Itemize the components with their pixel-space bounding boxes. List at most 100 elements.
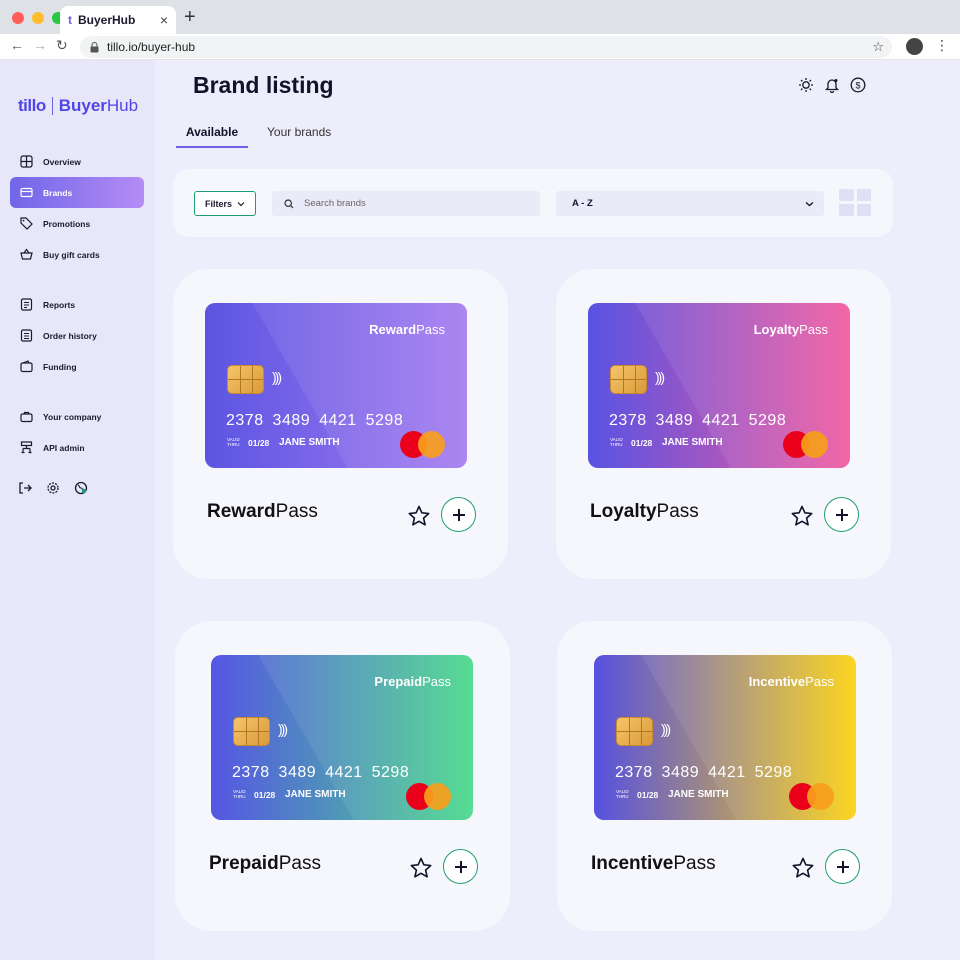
browser-tab[interactable]: t BuyerHub × [60, 6, 176, 34]
sidebar-item-promotions[interactable]: Promotions [10, 208, 144, 239]
currency-dollar-icon[interactable]: $ [850, 77, 866, 93]
card-expiry: 01/28 [254, 790, 276, 800]
theme-sun-icon[interactable] [798, 77, 814, 93]
sort-select[interactable]: A - Z [556, 191, 824, 216]
sidebar-item-label: Your company [43, 411, 102, 422]
sidebar: tillo BuyerHub Overview Brands Promotions B… [0, 60, 155, 960]
valid-thru-label: VALID THRU [616, 789, 629, 799]
bookmark-star-icon[interactable]: ☆ [872, 39, 884, 55]
main-content: Brand listing $ Available Your brands Fi… [155, 60, 960, 960]
close-window-button[interactable] [12, 12, 24, 24]
profile-avatar-icon[interactable] [906, 38, 923, 55]
sidebar-item-label: API admin [43, 442, 85, 453]
url-text: tillo.io/buyer-hub [107, 40, 196, 54]
sidebar-item-api-admin[interactable]: API admin [10, 432, 144, 463]
address-bar: ← → ↻ tillo.io/buyer-hub ☆ ⋮ [0, 34, 960, 60]
valid-thru-label: VALID THRU [227, 437, 240, 447]
history-icon [20, 329, 33, 342]
card-holder: JANE SMITH [662, 437, 723, 448]
contactless-icon: ))) [661, 721, 671, 737]
plus-icon [835, 508, 848, 521]
brand-card[interactable]: IncentivePass))) 2378 3489 4421 5298 VALID… [557, 621, 892, 931]
mastercard-logo-icon [418, 431, 445, 458]
sidebar-item-brands[interactable]: Brands [10, 177, 144, 208]
mastercard-logo-icon [807, 783, 834, 810]
sidebar-item-order-history[interactable]: Order history [10, 320, 144, 351]
search-input[interactable] [304, 198, 524, 209]
report-icon [20, 298, 33, 311]
card-number: 2378 3489 4421 5298 [226, 412, 404, 429]
add-brand-button[interactable] [441, 497, 476, 532]
mastercard-logo-icon [801, 431, 828, 458]
gift-card-brand-name: RewardPass [369, 322, 445, 337]
logout-icon[interactable] [18, 481, 32, 495]
brand-card[interactable]: RewardPass))) 2378 3489 4421 5298 VALID TH… [173, 269, 508, 579]
grid-cell [839, 189, 854, 201]
logo-product: BuyerHub [58, 96, 139, 115]
valid-thru-label: VALID THRU [610, 437, 623, 447]
grid-cell [839, 204, 854, 216]
tag-icon [20, 217, 33, 230]
reload-icon[interactable]: ↻ [56, 37, 68, 54]
search-icon [284, 198, 294, 208]
gift-card-brand-name: LoyaltyPass [753, 322, 828, 337]
favorite-star-icon[interactable] [407, 504, 431, 528]
sidebar-item-reports[interactable]: Reports [10, 289, 144, 320]
chevron-down-icon [237, 201, 245, 206]
card-holder: JANE SMITH [279, 437, 340, 448]
svg-text:$: $ [855, 81, 860, 91]
brand-card[interactable]: LoyaltyPass))) 2378 3489 4421 5298 VALID T… [556, 269, 891, 579]
favorite-star-icon[interactable] [409, 856, 433, 880]
grid-view-toggle-icon[interactable] [839, 189, 871, 216]
sidebar-item-funding[interactable]: Funding [10, 351, 144, 382]
page-title: Brand listing [193, 72, 334, 98]
card-number: 2378 3489 4421 5298 [615, 764, 793, 781]
gift-card-image: IncentivePass))) 2378 3489 4421 5298 VALID… [594, 655, 856, 820]
tab-available[interactable]: Available [176, 118, 248, 148]
url-field[interactable]: tillo.io/buyer-hub ☆ [80, 36, 892, 58]
forward-icon[interactable]: → [33, 37, 47, 53]
sidebar-item-label: Buy gift cards [43, 249, 100, 260]
globe-region-icon[interactable] [74, 481, 88, 495]
minimize-window-button[interactable] [32, 12, 44, 24]
gift-card-brand-name: PrepaidPass [374, 674, 451, 689]
tab-title: BuyerHub [78, 13, 136, 27]
card-chip-icon [616, 717, 653, 746]
card-holder: JANE SMITH [285, 789, 346, 800]
add-brand-button[interactable] [443, 849, 478, 884]
brand-card[interactable]: PrepaidPass))) 2378 3489 4421 5298 VALID T… [175, 621, 510, 931]
favorite-star-icon[interactable] [791, 856, 815, 880]
tab-your-brands[interactable]: Your brands [267, 125, 331, 139]
plus-icon [454, 860, 467, 873]
favorite-star-icon[interactable] [790, 504, 814, 528]
logo-divider [51, 97, 53, 115]
sidebar-item-your-company[interactable]: Your company [10, 401, 144, 432]
add-brand-button[interactable] [825, 849, 860, 884]
settings-gear-icon[interactable] [46, 481, 60, 495]
gift-card-brand-name: IncentivePass [748, 674, 834, 689]
sort-value: A - Z [572, 198, 593, 209]
filters-button[interactable]: Filters [194, 191, 256, 216]
browser-menu-icon[interactable]: ⋮ [935, 37, 949, 54]
grid-cell [856, 189, 871, 201]
new-tab-button[interactable]: + [184, 6, 196, 29]
grid-icon [20, 155, 33, 168]
notifications-bell-icon[interactable] [824, 77, 840, 93]
sidebar-item-overview[interactable]: Overview [10, 146, 144, 177]
card-expiry: 01/28 [248, 438, 270, 448]
chevron-down-icon [805, 201, 814, 206]
back-icon[interactable]: ← [10, 37, 24, 53]
sidebar-item-buy-gift-cards[interactable]: Buy gift cards [10, 239, 144, 270]
brand-name: RewardPass [207, 501, 318, 522]
search-box [272, 191, 540, 216]
basket-icon [20, 248, 33, 261]
browser-tabbar: t BuyerHub × + [0, 0, 960, 34]
sidebar-footer [18, 481, 88, 495]
tillo-buyerhub-logo[interactable]: tillo BuyerHub [18, 96, 138, 116]
close-tab-icon[interactable]: × [160, 12, 168, 28]
lock-icon [90, 41, 99, 52]
brand-name: LoyaltyPass [590, 501, 699, 522]
add-brand-button[interactable] [824, 497, 859, 532]
valid-thru-label: VALID THRU [233, 789, 246, 799]
card-expiry: 01/28 [631, 438, 653, 448]
